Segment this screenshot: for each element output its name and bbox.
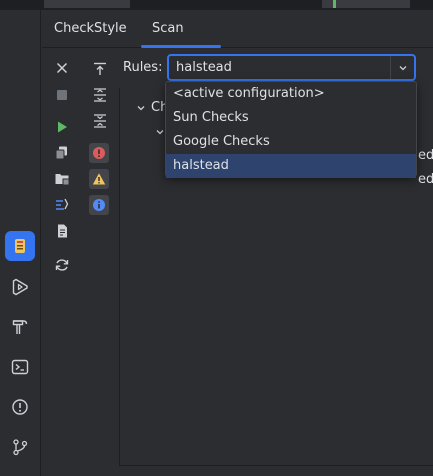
terminal-tool-button[interactable] [5,352,35,382]
tool-window-title: CheckStyle [54,21,127,36]
chevron-down-icon[interactable] [136,103,146,113]
refresh-icon [55,259,69,271]
show-info-toggle[interactable] [89,195,109,215]
problems-icon [12,399,28,415]
check-project-button[interactable] [53,170,71,188]
expand-all-button[interactable] [91,86,109,104]
folder-icon [55,174,70,186]
show-errors-toggle[interactable] [89,143,109,163]
rules-option[interactable]: <active configuration> [166,82,416,106]
show-warnings-toggle[interactable] [89,169,109,189]
services-tool-button[interactable] [5,272,35,302]
close-icon [56,62,68,74]
rules-combo-value: halstead [176,60,232,75]
warning-icon [92,173,106,185]
scope-changes-icon [56,198,69,210]
tool-window-tabs: CheckStyle Scan [42,10,433,48]
run-check-button[interactable] [53,118,71,136]
checkstyle-tool-button[interactable] [5,231,35,261]
tree-row-label[interactable]: ed [418,148,433,163]
rules-option[interactable]: Sun Checks [166,106,416,130]
collapse-all-button[interactable] [91,112,109,130]
chevron-down-icon[interactable] [155,127,165,137]
checkstyle-icon [15,239,25,253]
collapse-all-icon [94,114,106,128]
rules-combo-box[interactable]: halstead [167,54,416,81]
scroll-to-source-button[interactable] [91,60,109,78]
terminal-icon [11,359,29,375]
close-button[interactable] [53,59,71,77]
editor-tab-fragment[interactable] [44,0,130,8]
scroll-to-top-icon [94,62,106,75]
rules-option-selected[interactable]: halstead [166,154,416,178]
run-icon [58,121,67,133]
ide-window: CheckStyle Scan Rules: halstead Ch ed ed… [0,0,433,476]
top-editor-strip [0,0,433,10]
rules-label: Rules: [123,60,163,75]
module-icon [55,146,67,160]
git-branch-icon [13,439,28,456]
check-module-button[interactable] [53,144,71,162]
hammer-icon [12,320,28,334]
chevron-down-icon [399,65,406,70]
tree-row-label[interactable]: ed [418,172,433,187]
left-tool-stripe [0,10,41,476]
run-indicator [333,0,336,8]
refresh-button[interactable] [53,256,71,274]
problems-tool-button[interactable] [5,392,35,422]
info-icon [93,199,105,211]
combo-arrow-button[interactable] [390,56,414,79]
rules-dropdown-list: <active configuration> Sun Checks Google… [165,81,417,178]
services-icon [12,278,28,296]
stop-icon [57,90,67,100]
clear-results-button[interactable] [53,222,71,240]
active-tab-indicator [141,45,221,48]
stop-button[interactable] [53,86,71,104]
tab-scan[interactable]: Scan [152,10,184,48]
checkstyle-tool-window: CheckStyle Scan Rules: halstead Ch ed ed [42,10,433,476]
rules-option[interactable]: Google Checks [166,130,416,154]
build-tool-button[interactable] [5,312,35,342]
error-icon [93,147,105,159]
check-changes-button[interactable] [53,196,71,214]
document-icon [58,224,67,238]
expand-all-icon [94,88,106,102]
git-tool-button[interactable] [5,432,35,462]
